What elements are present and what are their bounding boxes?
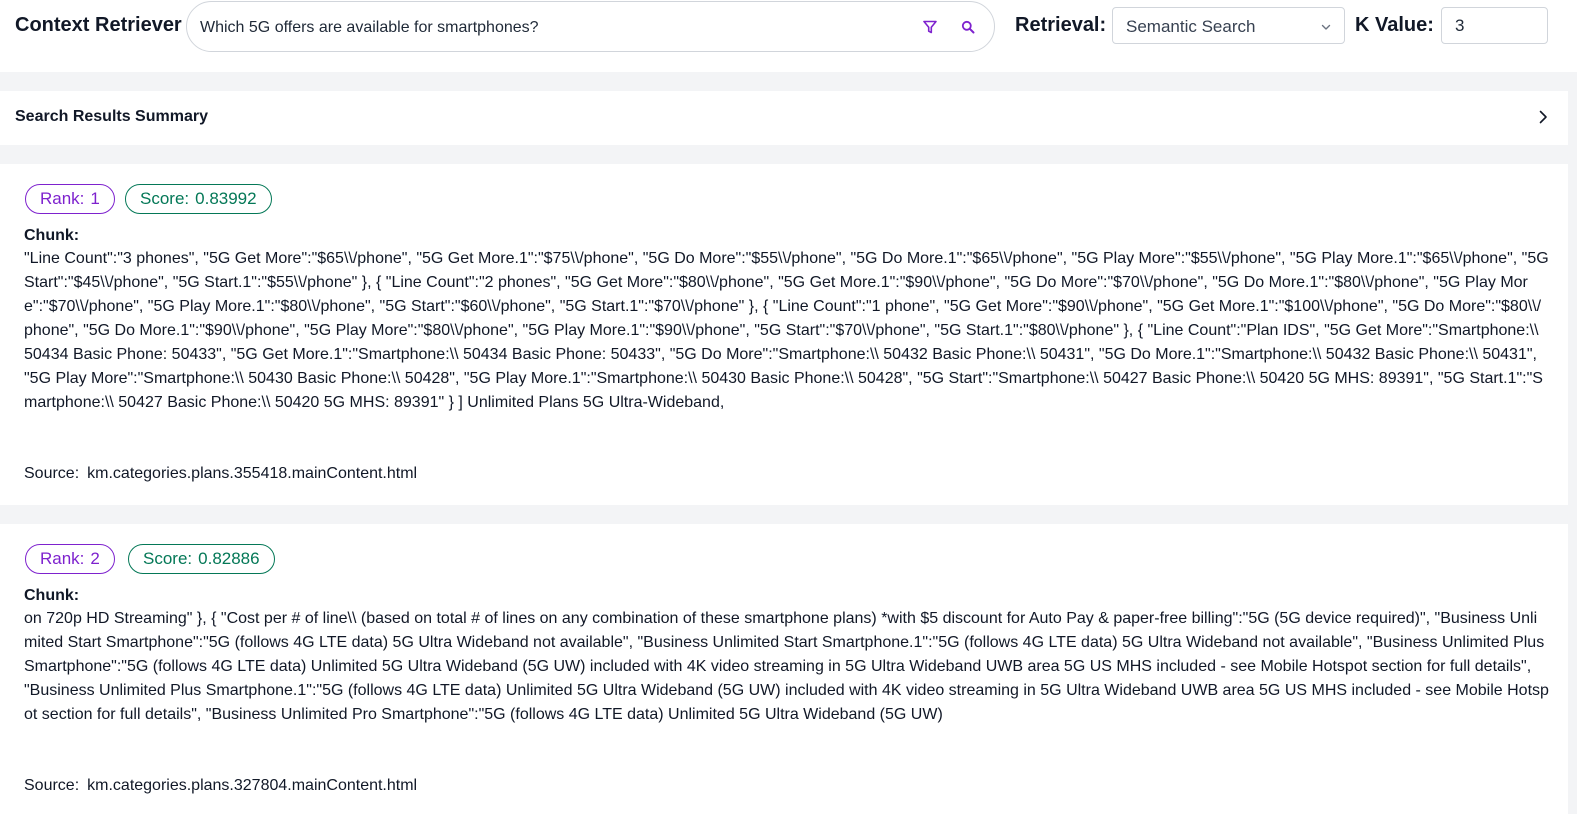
chunk-text: on 720p HD Streaming" }, { "Cost per # o… <box>24 610 1549 723</box>
source-label: Source: <box>24 465 80 482</box>
chevron-right-icon[interactable] <box>1537 109 1549 130</box>
result-card: Rank: 2 Score: 0.82886 Chunk: on 720p HD S… <box>0 524 1568 814</box>
rank-label: Rank: <box>40 189 85 208</box>
source-line: Source: km.categories.plans.327804.mainCo… <box>24 777 417 795</box>
k-value-input[interactable] <box>1441 7 1548 44</box>
rank-value: 1 <box>90 189 100 208</box>
rank-label: Rank: <box>40 549 85 568</box>
score-label: Score: <box>140 189 190 208</box>
app-title: Context Retriever <box>15 14 182 36</box>
filter-icon[interactable] <box>920 17 940 37</box>
k-value-label: K Value: <box>1355 14 1434 36</box>
summary-title: Search Results Summary <box>15 108 208 125</box>
rank-value: 2 <box>90 549 100 568</box>
source-value: km.categories.plans.327804.mainContent.h… <box>87 777 418 794</box>
chunk-label: Chunk: <box>24 587 80 604</box>
chunk-label: Chunk: <box>24 227 80 244</box>
score-badge: Score: 0.82886 <box>128 544 275 574</box>
search-icon[interactable] <box>958 17 978 37</box>
score-value: 0.83992 <box>195 189 257 208</box>
retrieval-label: Retrieval: <box>1015 14 1107 36</box>
score-label: Score: <box>143 549 193 568</box>
score-badge: Score: 0.83992 <box>125 184 272 214</box>
search-box[interactable] <box>186 1 995 52</box>
rank-badge: Rank: 1 <box>25 184 115 214</box>
result-card: Rank: 1 Score: 0.83992 Chunk: "Line Count"… <box>0 164 1568 505</box>
rank-badge: Rank: 2 <box>25 544 115 574</box>
source-line: Source: km.categories.plans.355418.mainCo… <box>24 465 417 483</box>
chevron-down-icon <box>1320 20 1332 38</box>
top-bar: Context Retriever Retrieval: Semantic Se… <box>0 0 1577 72</box>
retrieval-select[interactable]: Semantic Search <box>1112 7 1345 44</box>
source-value: km.categories.plans.355418.mainContent.h… <box>87 465 418 482</box>
retrieval-select-value: Semantic Search <box>1126 17 1256 36</box>
chunk-text: "Line Count":"3 phones", "5G Get More":"… <box>24 250 1549 411</box>
score-value: 0.82886 <box>198 549 260 568</box>
search-results-summary[interactable]: Search Results Summary <box>0 91 1568 145</box>
search-input[interactable] <box>200 16 900 40</box>
source-label: Source: <box>24 777 80 794</box>
